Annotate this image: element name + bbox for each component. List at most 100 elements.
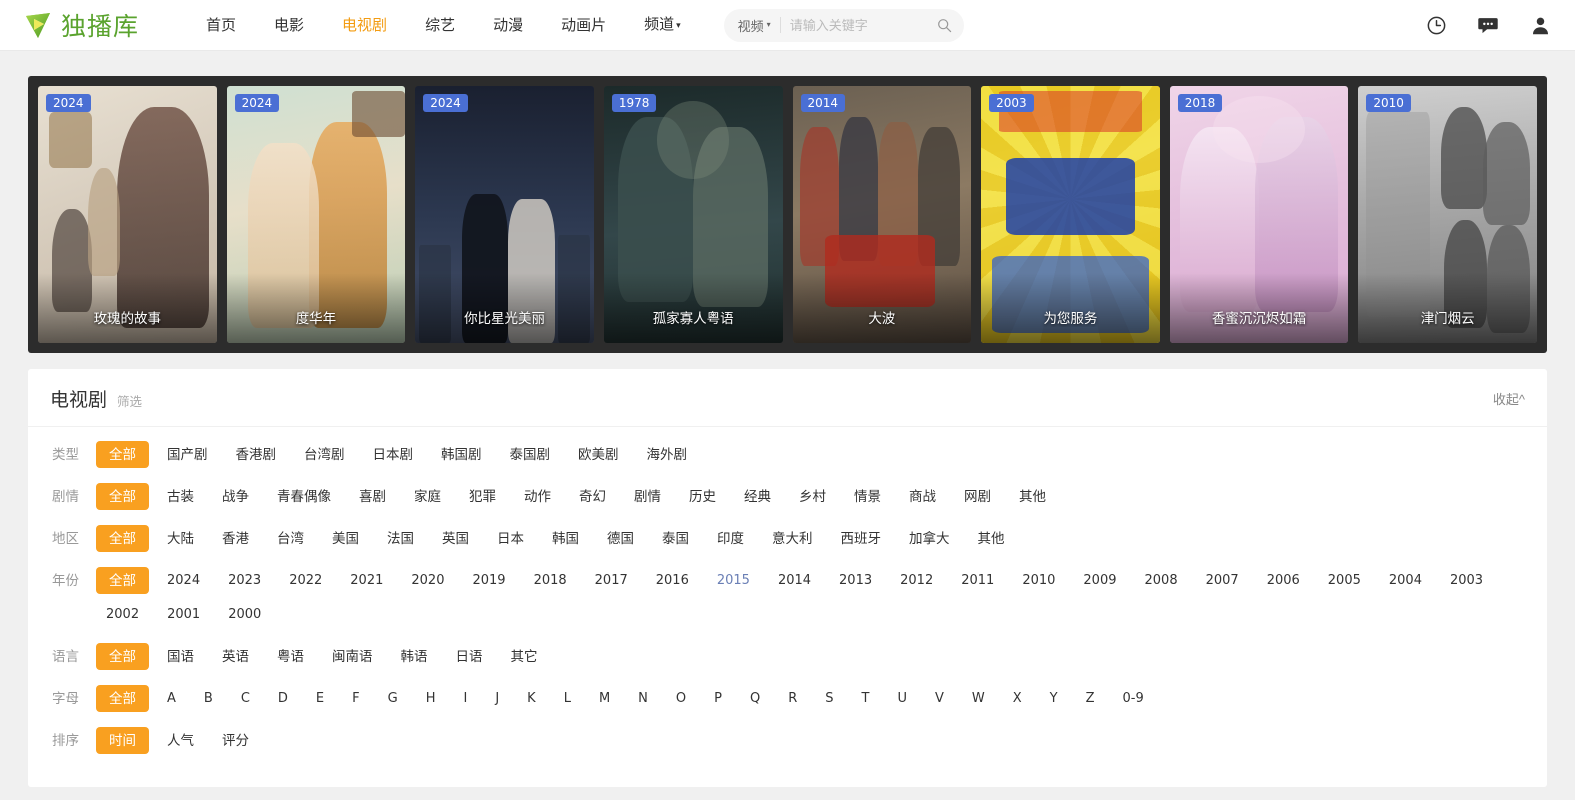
filter-option-letter-0[interactable]: 全部 bbox=[96, 685, 149, 712]
filter-option-letter-1[interactable]: A bbox=[157, 685, 186, 712]
filter-option-type-0[interactable]: 全部 bbox=[96, 441, 149, 468]
filter-option-year-4[interactable]: 2021 bbox=[340, 567, 393, 594]
filter-option-year-20[interactable]: 2005 bbox=[1318, 567, 1371, 594]
filter-option-region-12[interactable]: 意大利 bbox=[762, 525, 823, 552]
filter-option-region-8[interactable]: 韩国 bbox=[542, 525, 589, 552]
filter-option-genre-0[interactable]: 全部 bbox=[96, 483, 149, 510]
filter-option-year-8[interactable]: 2017 bbox=[585, 567, 638, 594]
filter-option-year-19[interactable]: 2006 bbox=[1257, 567, 1310, 594]
filter-option-type-2[interactable]: 香港剧 bbox=[226, 441, 287, 468]
filter-option-letter-21[interactable]: U bbox=[887, 685, 917, 712]
filter-option-genre-15[interactable]: 网剧 bbox=[954, 483, 1001, 510]
filter-option-letter-14[interactable]: N bbox=[628, 685, 658, 712]
filter-option-year-2[interactable]: 2023 bbox=[218, 567, 271, 594]
filter-option-sort-1[interactable]: 人气 bbox=[157, 727, 204, 754]
nav-item-cartoon[interactable]: 动画片 bbox=[542, 0, 625, 51]
collapse-toggle[interactable]: 收起^ bbox=[1493, 389, 1525, 408]
filter-option-region-6[interactable]: 英国 bbox=[432, 525, 479, 552]
filter-option-year-7[interactable]: 2018 bbox=[524, 567, 577, 594]
filter-option-letter-8[interactable]: H bbox=[416, 685, 446, 712]
filter-option-language-1[interactable]: 国语 bbox=[157, 643, 204, 670]
filter-option-sort-0[interactable]: 时间 bbox=[96, 727, 149, 754]
filter-option-genre-5[interactable]: 家庭 bbox=[404, 483, 451, 510]
filter-option-genre-7[interactable]: 动作 bbox=[514, 483, 561, 510]
nav-item-channels[interactable]: 频道▾ bbox=[625, 0, 700, 52]
filter-option-region-7[interactable]: 日本 bbox=[487, 525, 534, 552]
carousel-card[interactable]: 1978 孤家寡人粤语 bbox=[604, 86, 783, 343]
filter-option-region-2[interactable]: 香港 bbox=[212, 525, 259, 552]
search-type-selector[interactable]: 视频 ▾ bbox=[738, 16, 771, 35]
filter-option-genre-1[interactable]: 古装 bbox=[157, 483, 204, 510]
user-avatar-icon[interactable] bbox=[1529, 14, 1551, 36]
filter-option-year-18[interactable]: 2007 bbox=[1196, 567, 1249, 594]
carousel-card[interactable]: 2018 香蜜沉沉烬如霜 bbox=[1170, 86, 1349, 343]
filter-option-genre-4[interactable]: 喜剧 bbox=[349, 483, 396, 510]
filter-option-year-22[interactable]: 2003 bbox=[1440, 567, 1493, 594]
filter-option-letter-19[interactable]: S bbox=[815, 685, 843, 712]
filter-option-letter-4[interactable]: D bbox=[268, 685, 298, 712]
filter-option-genre-3[interactable]: 青春偶像 bbox=[267, 483, 341, 510]
filter-option-language-4[interactable]: 闽南语 bbox=[322, 643, 383, 670]
filter-option-year-9[interactable]: 2016 bbox=[646, 567, 699, 594]
filter-option-language-6[interactable]: 日语 bbox=[446, 643, 493, 670]
filter-option-letter-16[interactable]: P bbox=[704, 685, 732, 712]
filter-option-region-15[interactable]: 其他 bbox=[968, 525, 1015, 552]
filter-option-letter-3[interactable]: C bbox=[231, 685, 260, 712]
filter-option-genre-14[interactable]: 商战 bbox=[899, 483, 946, 510]
filter-option-letter-23[interactable]: W bbox=[962, 685, 995, 712]
filter-option-letter-11[interactable]: K bbox=[517, 685, 546, 712]
filter-option-letter-18[interactable]: R bbox=[778, 685, 807, 712]
filter-option-year-16[interactable]: 2009 bbox=[1073, 567, 1126, 594]
filter-option-type-8[interactable]: 海外剧 bbox=[637, 441, 698, 468]
filter-option-language-3[interactable]: 粤语 bbox=[267, 643, 314, 670]
filter-option-year-21[interactable]: 2004 bbox=[1379, 567, 1432, 594]
filter-option-genre-11[interactable]: 经典 bbox=[734, 483, 781, 510]
filter-option-year-25[interactable]: 2000 bbox=[218, 601, 271, 628]
filter-option-year-5[interactable]: 2020 bbox=[401, 567, 454, 594]
filter-option-region-11[interactable]: 印度 bbox=[707, 525, 754, 552]
filter-option-letter-17[interactable]: Q bbox=[740, 685, 770, 712]
filter-option-type-4[interactable]: 日本剧 bbox=[363, 441, 424, 468]
filter-option-year-11[interactable]: 2014 bbox=[768, 567, 821, 594]
filter-option-letter-26[interactable]: Z bbox=[1076, 685, 1105, 712]
filter-option-letter-27[interactable]: 0-9 bbox=[1113, 685, 1154, 712]
filter-option-letter-5[interactable]: E bbox=[306, 685, 334, 712]
filter-option-region-4[interactable]: 美国 bbox=[322, 525, 369, 552]
filter-option-language-7[interactable]: 其它 bbox=[501, 643, 548, 670]
filter-option-region-10[interactable]: 泰国 bbox=[652, 525, 699, 552]
filter-option-type-3[interactable]: 台湾剧 bbox=[294, 441, 355, 468]
filter-option-sort-2[interactable]: 评分 bbox=[212, 727, 259, 754]
filter-option-year-23[interactable]: 2002 bbox=[96, 601, 149, 628]
filter-option-letter-25[interactable]: Y bbox=[1040, 685, 1068, 712]
filter-option-language-0[interactable]: 全部 bbox=[96, 643, 149, 670]
nav-item-anime[interactable]: 动漫 bbox=[474, 0, 542, 51]
filter-option-letter-2[interactable]: B bbox=[194, 685, 223, 712]
history-clock-icon[interactable] bbox=[1425, 14, 1447, 36]
filter-option-region-3[interactable]: 台湾 bbox=[267, 525, 314, 552]
filter-option-year-6[interactable]: 2019 bbox=[462, 567, 515, 594]
carousel-card[interactable]: 2003 为您服务 bbox=[981, 86, 1160, 343]
nav-item-tv-series[interactable]: 电视剧 bbox=[323, 0, 406, 51]
filter-option-year-12[interactable]: 2013 bbox=[829, 567, 882, 594]
filter-option-year-1[interactable]: 2024 bbox=[157, 567, 210, 594]
filter-option-letter-12[interactable]: L bbox=[554, 685, 581, 712]
filter-option-region-14[interactable]: 加拿大 bbox=[899, 525, 960, 552]
filter-option-year-24[interactable]: 2001 bbox=[157, 601, 210, 628]
filter-option-letter-13[interactable]: M bbox=[589, 685, 620, 712]
filter-option-region-5[interactable]: 法国 bbox=[377, 525, 424, 552]
filter-option-type-7[interactable]: 欧美剧 bbox=[568, 441, 629, 468]
nav-item-home[interactable]: 首页 bbox=[187, 0, 255, 51]
message-bubble-icon[interactable] bbox=[1477, 14, 1499, 36]
filter-option-type-1[interactable]: 国产剧 bbox=[157, 441, 218, 468]
filter-option-letter-10[interactable]: J bbox=[485, 685, 509, 712]
filter-option-letter-22[interactable]: V bbox=[925, 685, 954, 712]
filter-option-year-10[interactable]: 2015 bbox=[707, 567, 760, 594]
filter-option-year-0[interactable]: 全部 bbox=[96, 567, 149, 594]
site-logo[interactable]: 独播库 bbox=[22, 7, 139, 43]
filter-option-letter-7[interactable]: G bbox=[378, 685, 408, 712]
filter-option-genre-8[interactable]: 奇幻 bbox=[569, 483, 616, 510]
filter-option-letter-20[interactable]: T bbox=[852, 685, 880, 712]
nav-item-variety[interactable]: 综艺 bbox=[406, 0, 474, 51]
filter-option-type-5[interactable]: 韩国剧 bbox=[431, 441, 492, 468]
filter-option-year-14[interactable]: 2011 bbox=[951, 567, 1004, 594]
